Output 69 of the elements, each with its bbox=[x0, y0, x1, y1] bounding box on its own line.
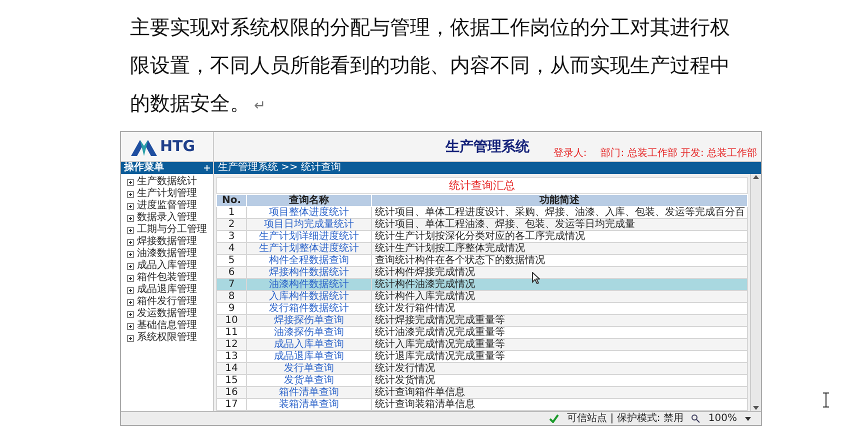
logo-text: HTG bbox=[160, 139, 196, 154]
table-row[interactable]: 8 入库构件数据统计 统计构件入库完成情况 bbox=[216, 290, 748, 302]
table-row[interactable]: 17 装箱清单查询 统计查询装箱清单信息 bbox=[216, 398, 748, 410]
table-row[interactable]: 12 成品入库单查询 统计入库完成情况完成重量等 bbox=[216, 338, 748, 350]
table-row[interactable]: 11 油漆探伤单查询 统计油漆完成情况完成重量等 bbox=[216, 326, 748, 338]
menu-item[interactable]: 焊接数据管理 bbox=[127, 236, 213, 248]
security-zone: 可信站点 | 保护模式: 禁用 bbox=[567, 412, 684, 424]
breadcrumb: 生产管理系统 >> 统计查询 bbox=[213, 162, 761, 174]
menu-item[interactable]: 系统权限管理 bbox=[127, 332, 213, 344]
table-row[interactable]: 10 焊接探伤单查询 统计焊接完成情况完成重量等 bbox=[216, 314, 748, 326]
down-arrow-icon[interactable] bbox=[753, 406, 759, 411]
menu-item[interactable]: 油漆数据管理 bbox=[127, 248, 213, 260]
menu-item[interactable]: 生产数据统计 bbox=[127, 176, 213, 188]
up-arrow-icon[interactable] bbox=[753, 174, 759, 179]
table-row[interactable]: 15 发货单查询 统计发货情况 bbox=[216, 374, 748, 386]
scrollbar[interactable] bbox=[750, 174, 761, 411]
menu-item[interactable]: 箱件包装管理 bbox=[127, 272, 213, 284]
caret-icon[interactable] bbox=[745, 416, 751, 420]
menu-item[interactable]: 进度监督管理 bbox=[127, 200, 213, 212]
expand-icon[interactable] bbox=[127, 190, 134, 198]
menu-item[interactable]: 发运数据管理 bbox=[127, 308, 213, 320]
expand-icon[interactable] bbox=[127, 298, 134, 306]
mouse-pointer-icon bbox=[532, 272, 540, 284]
menu-item[interactable]: 数据录入管理 bbox=[127, 212, 213, 224]
expand-icon[interactable] bbox=[127, 286, 134, 294]
expand-icon[interactable] bbox=[127, 250, 134, 258]
table-row[interactable]: 16 箱件清单查询 统计查询箱件单信息 bbox=[216, 386, 748, 398]
table-row[interactable]: 2 项目日均完成量统计 统计项目、单体工程油漆、焊接、包装、发运等日均完成量 bbox=[216, 218, 748, 230]
zoom-icon[interactable] bbox=[691, 414, 700, 423]
column-header: 查询名称 bbox=[246, 194, 372, 206]
plus-icon[interactable] bbox=[204, 165, 210, 171]
table-row[interactable]: 4 生产计划整体进度统计 统计生产计划按工序整体完成情况 bbox=[216, 242, 748, 254]
zoom-level[interactable]: 100% bbox=[708, 412, 737, 424]
expand-icon[interactable] bbox=[127, 178, 134, 186]
table-row[interactable]: 5 构件全程数据查询 查询统计构件在各个状态下的数据情况 bbox=[216, 254, 748, 266]
table-row[interactable]: 13 成品退库单查询 统计退库完成情况完成重量等 bbox=[216, 350, 748, 362]
expand-icon[interactable] bbox=[127, 202, 134, 210]
menu-item[interactable]: 箱件发行管理 bbox=[127, 296, 213, 308]
expand-icon[interactable] bbox=[127, 238, 134, 246]
table-row[interactable]: 3 生产计划详细进度统计 统计生产计划按深化分类对应的各工序完成情况 bbox=[216, 230, 748, 242]
login-label: 登录人: bbox=[553, 148, 587, 160]
expand-icon[interactable] bbox=[127, 310, 134, 318]
menu-item[interactable]: 基础信息管理 bbox=[127, 320, 213, 332]
menu-item[interactable]: 工期与分工管理 bbox=[127, 224, 213, 236]
table-row[interactable]: 9 发行箱件数据统计 统计发行箱件情况 bbox=[216, 302, 748, 314]
column-header: 功能简述 bbox=[372, 194, 748, 206]
checkmark-icon bbox=[549, 414, 560, 423]
expand-icon[interactable] bbox=[127, 322, 134, 330]
app-title: 生产管理系统 bbox=[446, 138, 530, 154]
table-row[interactable]: 1 项目整体进度统计 统计项目、单体工程进度设计、采购、焊接、油漆、入库、包装、发运等完成百分百 bbox=[216, 206, 748, 218]
table-row[interactable]: 6 焊接构件数据统计 统计构件焊接完成情况 bbox=[216, 266, 748, 278]
menu-title: 操作菜单 bbox=[124, 162, 164, 174]
table-row[interactable]: 7 油漆构件数据统计 统计构件油漆完成情况 bbox=[216, 278, 748, 290]
report-title: 统计查询汇总 bbox=[216, 177, 748, 194]
expand-icon[interactable] bbox=[127, 262, 134, 270]
paragraph-mark: ↵ bbox=[254, 98, 266, 114]
menu-item[interactable]: 成品入库管理 bbox=[127, 260, 213, 272]
body-paragraph: 主要实现对系统权限的分配与管理，依据工作岗位的分工对其进行权限设置，不同人员所能看到的功能、内容不同，从而实现生产过程中的数据安全。 ↵ bbox=[130, 14, 731, 117]
expand-icon[interactable] bbox=[127, 334, 134, 342]
menu-item[interactable]: 生产计划管理 bbox=[127, 188, 213, 200]
expand-icon[interactable] bbox=[127, 226, 134, 234]
column-header: No. bbox=[216, 194, 246, 206]
menu-item[interactable]: 成品退库管理 bbox=[127, 284, 213, 296]
table-row[interactable]: 14 发行单查询 统计发行情况 bbox=[216, 362, 748, 374]
expand-icon[interactable] bbox=[127, 214, 134, 222]
text-cursor-icon bbox=[822, 392, 830, 408]
expand-icon[interactable] bbox=[127, 274, 134, 282]
logo-mountain-icon bbox=[131, 138, 157, 156]
login-department: 部门: 总装工作部 开发: 总装工作部 bbox=[600, 148, 757, 160]
